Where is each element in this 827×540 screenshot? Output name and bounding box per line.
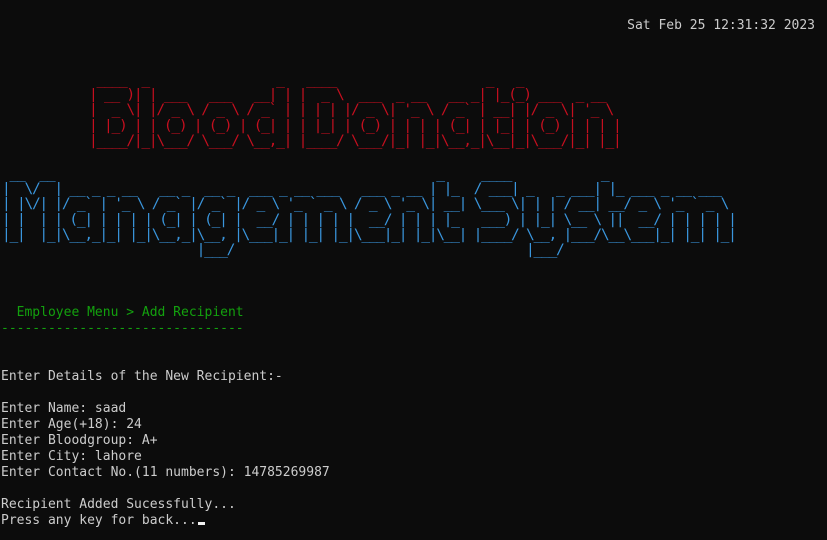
- text-cursor: [197, 522, 205, 525]
- back-prompt-line[interactable]: Press any key for back...: [1, 513, 205, 529]
- bloodgroup-field-line: Enter Bloodgroup: A+: [1, 433, 158, 448]
- breadcrumb: Employee Menu > Add Recipient: [1, 305, 244, 320]
- age-field-line: Enter Age(+18): 24: [1, 417, 142, 432]
- success-message: Recipient Added Sucessfully...: [1, 497, 236, 512]
- name-field-line: Enter Name: saad: [1, 401, 127, 416]
- city-field-line: Enter City: lahore: [1, 449, 142, 464]
- datetime-display: Sat Feb 25 12:31:32 2023: [627, 18, 815, 33]
- breadcrumb-rule: -------------------------------: [1, 321, 244, 336]
- back-prompt-text: Press any key for back...: [1, 513, 197, 528]
- title-ascii-banner: ____ _ _ ____ _ _ | __ )| | ___ ___ __| …: [89, 71, 622, 149]
- console-window[interactable]: Sat Feb 25 12:31:32 2023 ____ _ _ ____ _…: [0, 0, 827, 540]
- subtitle-ascii-banner: __ __ _ ____ _ | \/ | __ _ _ __ __ _ __ …: [2, 165, 737, 259]
- form-heading: Enter Details of the New Recipient:-: [1, 369, 283, 384]
- contact-field-line: Enter Contact No.(11 numbers): 147852699…: [1, 465, 330, 480]
